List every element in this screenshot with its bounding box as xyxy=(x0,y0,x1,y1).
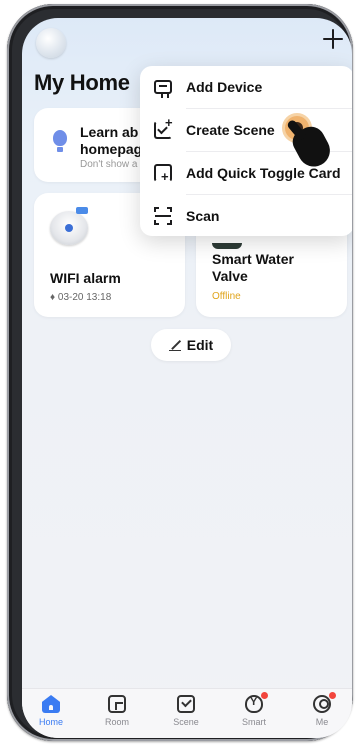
nav-tab-smart[interactable]: Smart xyxy=(229,692,279,735)
profile-icon xyxy=(313,695,331,713)
notification-badge xyxy=(261,692,268,699)
smoke-alarm-icon xyxy=(50,207,90,247)
nav-tab-me[interactable]: Me xyxy=(297,692,347,735)
top-bar xyxy=(22,18,352,68)
menu-item-add-device[interactable]: Add Device xyxy=(140,66,352,108)
create-scene-icon xyxy=(154,115,173,139)
nav-tab-room[interactable]: Room xyxy=(92,695,142,735)
nav-tab-home[interactable]: Home xyxy=(26,695,76,735)
device-name: Smart Water Valve xyxy=(212,251,294,284)
scene-icon xyxy=(177,695,195,713)
add-device-icon xyxy=(154,80,172,98)
menu-item-create-scene[interactable]: Create Scene xyxy=(140,109,352,151)
menu-item-add-quick-toggle-card[interactable]: Add Quick Toggle Card xyxy=(140,152,352,194)
menu-item-scan[interactable]: Scan xyxy=(140,195,352,237)
nav-tab-scene[interactable]: Scene xyxy=(161,695,211,735)
add-dropdown-menu: Add Device Create Scene Add Quick Toggle… xyxy=(140,66,352,236)
bottom-navigation: Home Room Scene Smart Me xyxy=(22,688,352,738)
bell-icon: ♦ xyxy=(50,292,56,303)
pencil-icon xyxy=(168,339,181,352)
water-valve-icon xyxy=(212,243,242,249)
add-plus-button[interactable] xyxy=(320,26,346,52)
quick-toggle-icon xyxy=(154,164,172,184)
home-avatar-icon[interactable] xyxy=(36,28,66,58)
page-title[interactable]: My Home xyxy=(34,70,130,96)
app-screen: My Home Learn ab homepag Don't show a WI… xyxy=(22,18,352,738)
device-last-event: ♦ 03-20 13:18 xyxy=(50,292,112,303)
smart-icon xyxy=(245,695,263,713)
notification-badge xyxy=(329,692,336,699)
lightbulb-icon xyxy=(52,130,68,154)
device-name: WIFI alarm xyxy=(50,270,121,286)
device-status-offline: Offline xyxy=(212,291,241,302)
room-icon xyxy=(108,695,126,713)
edit-label: Edit xyxy=(186,337,214,353)
home-icon xyxy=(42,695,60,713)
edit-button[interactable]: Edit xyxy=(151,329,231,361)
scan-icon xyxy=(154,207,172,225)
phone-frame: My Home Learn ab homepag Don't show a WI… xyxy=(7,4,353,741)
